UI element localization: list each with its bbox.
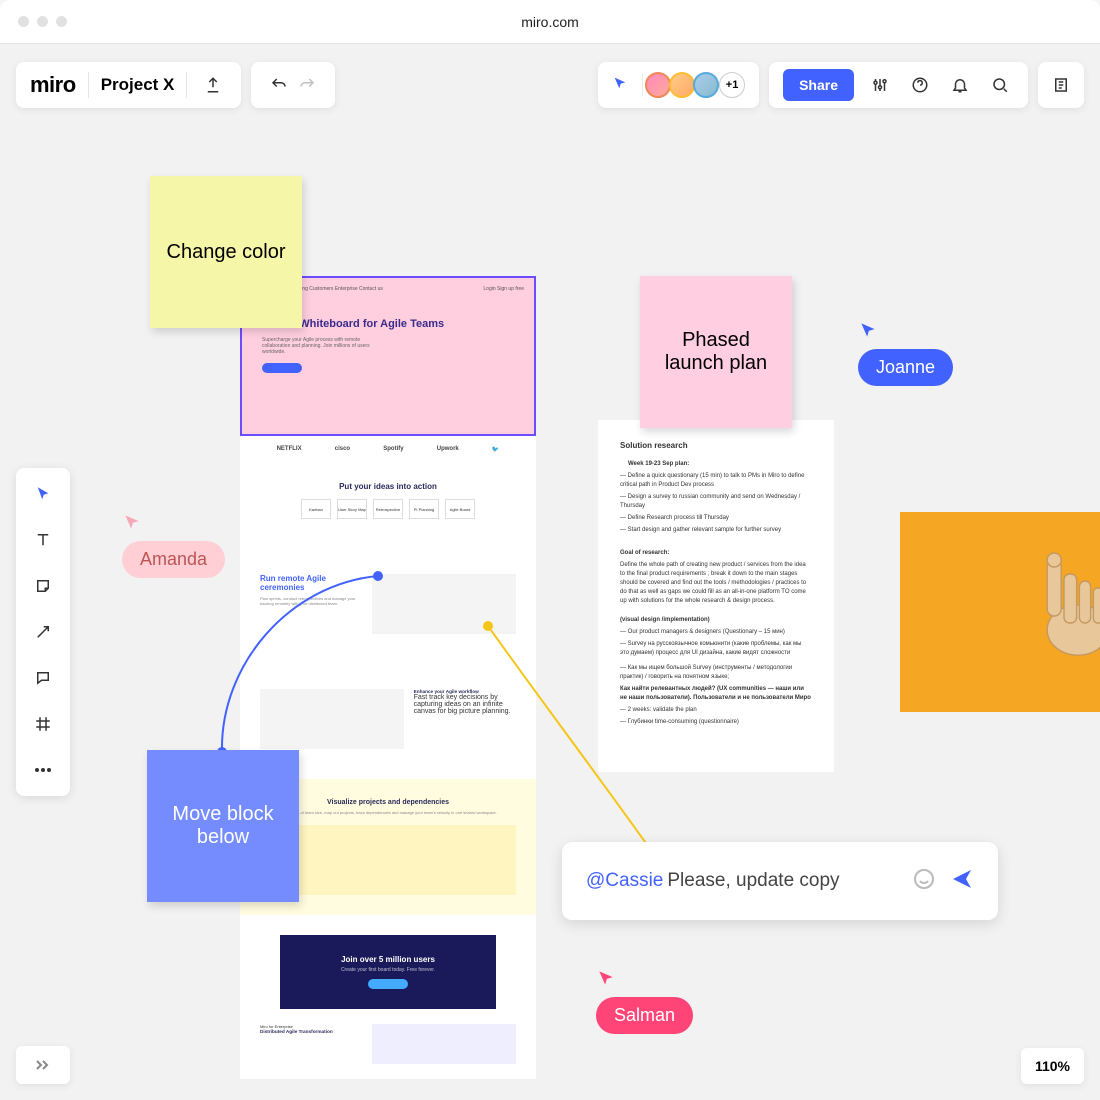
more-avatars[interactable]: +1 bbox=[719, 72, 745, 98]
sticky-note[interactable]: Change color bbox=[150, 176, 302, 328]
sticky-text: Move block below bbox=[163, 803, 283, 849]
cursor-label: Amanda bbox=[122, 541, 225, 578]
select-tool[interactable] bbox=[27, 478, 59, 510]
more-icon[interactable] bbox=[27, 754, 59, 786]
frame-tool[interactable] bbox=[27, 708, 59, 740]
redo-icon[interactable] bbox=[293, 71, 321, 99]
cursor-icon bbox=[596, 968, 616, 988]
notes-pill[interactable] bbox=[1038, 62, 1084, 108]
expand-panel-button[interactable] bbox=[16, 1046, 70, 1084]
cursor-label: Joanne bbox=[858, 349, 953, 386]
actions-pill: Share bbox=[769, 62, 1028, 108]
avatar[interactable] bbox=[693, 72, 719, 98]
user-cursor: Salman bbox=[596, 968, 693, 1034]
comment-tool[interactable] bbox=[27, 662, 59, 694]
doc-title: Solution research bbox=[620, 440, 812, 452]
webpage-mockup[interactable]: Product Solutions Pricing Customers Ente… bbox=[240, 276, 536, 1079]
comment-text: Please, update copy bbox=[667, 870, 912, 892]
close-dot[interactable] bbox=[18, 16, 29, 27]
arrow-tool[interactable] bbox=[27, 616, 59, 648]
project-name[interactable]: Project X bbox=[101, 75, 175, 95]
maximize-dot[interactable] bbox=[56, 16, 67, 27]
avatar[interactable] bbox=[669, 72, 695, 98]
top-toolbar: miro Project X +1 bbox=[16, 62, 1084, 108]
cursor-label: Salman bbox=[596, 997, 693, 1034]
url-bar[interactable]: miro.com bbox=[521, 14, 579, 30]
window-controls[interactable] bbox=[18, 16, 67, 27]
mockup-distributed: Miro for EnterpriseDistributed Agile Tra… bbox=[240, 1009, 536, 1079]
sticky-text: Change color bbox=[167, 241, 286, 264]
mention: @Cassie bbox=[586, 870, 663, 892]
help-icon[interactable] bbox=[906, 71, 934, 99]
search-icon[interactable] bbox=[986, 71, 1014, 99]
side-toolbar bbox=[16, 468, 70, 796]
cursor-icon bbox=[858, 320, 878, 340]
sticky-tool[interactable] bbox=[27, 570, 59, 602]
mockup-ideas: Put your ideas into action Kanban User S… bbox=[240, 462, 536, 559]
mockup-join: Join over 5 million usersCreate your fir… bbox=[240, 915, 536, 1009]
sticky-note[interactable]: Move block below bbox=[147, 750, 299, 902]
miro-logo[interactable]: miro bbox=[30, 72, 76, 98]
zoom-level[interactable]: 110% bbox=[1021, 1048, 1084, 1084]
project-pill: miro Project X bbox=[16, 62, 241, 108]
cursor-icon[interactable] bbox=[612, 75, 628, 96]
mockup-remote: Run remote Agile ceremoniesPlan sprints,… bbox=[240, 559, 536, 674]
upload-icon[interactable] bbox=[199, 71, 227, 99]
sticky-note[interactable]: Phased launch plan bbox=[640, 276, 792, 428]
send-icon[interactable] bbox=[950, 867, 974, 896]
comment-input[interactable]: @Cassie Please, update copy bbox=[562, 842, 998, 920]
emoji-icon[interactable] bbox=[912, 867, 936, 896]
robot-hand-icon bbox=[980, 532, 1100, 672]
bell-icon[interactable] bbox=[946, 71, 974, 99]
share-button[interactable]: Share bbox=[783, 69, 854, 101]
cursor-icon bbox=[122, 512, 142, 532]
browser-chrome: miro.com bbox=[0, 0, 1100, 44]
collab-pill: +1 bbox=[598, 62, 759, 108]
text-tool[interactable] bbox=[27, 524, 59, 556]
settings-icon[interactable] bbox=[866, 71, 894, 99]
mockup-logos: NETFLIXciscoSpotifyUpwork🐦 bbox=[240, 436, 536, 462]
avatar[interactable] bbox=[645, 72, 671, 98]
miro-canvas[interactable]: miro Project X +1 bbox=[0, 44, 1100, 1100]
undo-icon[interactable] bbox=[265, 71, 293, 99]
divider bbox=[186, 72, 187, 98]
user-cursor: Amanda bbox=[122, 512, 225, 578]
document-card[interactable]: Solution research Week 19-23 Sep plan: —… bbox=[598, 420, 834, 772]
image-card[interactable] bbox=[900, 512, 1100, 712]
user-cursor: Joanne bbox=[858, 320, 953, 386]
history-pill bbox=[251, 62, 335, 108]
sticky-text: Phased launch plan bbox=[656, 329, 776, 375]
minimize-dot[interactable] bbox=[37, 16, 48, 27]
divider bbox=[88, 72, 89, 98]
